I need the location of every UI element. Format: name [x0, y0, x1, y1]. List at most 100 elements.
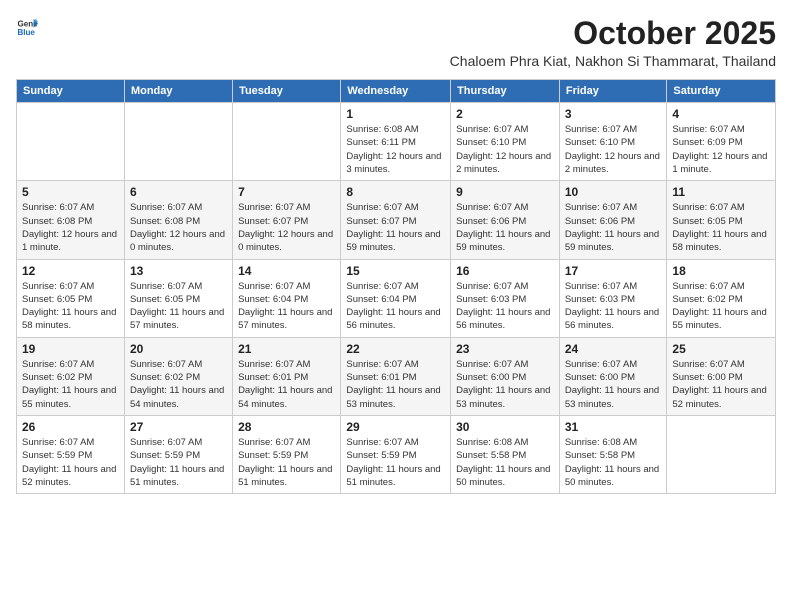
day-info: Sunrise: 6:07 AMSunset: 6:10 PMDaylight:… [456, 123, 554, 176]
svg-text:Blue: Blue [17, 28, 35, 37]
calendar-cell: 29 Sunrise: 6:07 AMSunset: 5:59 PMDayligh… [341, 415, 451, 493]
calendar-cell: 21 Sunrise: 6:07 AMSunset: 6:01 PMDayligh… [233, 337, 341, 415]
weekday-header: Tuesday [233, 80, 341, 103]
day-number: 1 [346, 107, 445, 121]
day-number: 26 [22, 420, 119, 434]
day-number: 11 [672, 185, 770, 199]
day-info: Sunrise: 6:07 AMSunset: 6:01 PMDaylight:… [346, 358, 445, 411]
day-number: 30 [456, 420, 554, 434]
day-info: Sunrise: 6:08 AMSunset: 5:58 PMDaylight:… [456, 436, 554, 489]
day-info: Sunrise: 6:07 AMSunset: 6:01 PMDaylight:… [238, 358, 335, 411]
calendar-cell: 16 Sunrise: 6:07 AMSunset: 6:03 PMDayligh… [451, 259, 560, 337]
calendar-cell: 7 Sunrise: 6:07 AMSunset: 6:07 PMDaylight… [233, 181, 341, 259]
day-number: 28 [238, 420, 335, 434]
day-number: 9 [456, 185, 554, 199]
calendar-cell [233, 103, 341, 181]
day-info: Sunrise: 6:07 AMSunset: 5:59 PMDaylight:… [22, 436, 119, 489]
day-info: Sunrise: 6:07 AMSunset: 5:59 PMDaylight:… [130, 436, 227, 489]
day-number: 15 [346, 264, 445, 278]
day-number: 24 [565, 342, 662, 356]
page-subtitle: Chaloem Phra Kiat, Nakhon Si Thammarat, … [450, 53, 776, 69]
day-number: 20 [130, 342, 227, 356]
day-info: Sunrise: 6:07 AMSunset: 6:05 PMDaylight:… [22, 280, 119, 333]
day-number: 21 [238, 342, 335, 356]
calendar-cell: 18 Sunrise: 6:07 AMSunset: 6:02 PMDayligh… [667, 259, 776, 337]
day-number: 16 [456, 264, 554, 278]
day-info: Sunrise: 6:07 AMSunset: 5:59 PMDaylight:… [238, 436, 335, 489]
day-number: 19 [22, 342, 119, 356]
calendar-cell [124, 103, 232, 181]
day-number: 10 [565, 185, 662, 199]
calendar-cell: 13 Sunrise: 6:07 AMSunset: 6:05 PMDayligh… [124, 259, 232, 337]
weekday-header: Wednesday [341, 80, 451, 103]
weekday-header: Friday [559, 80, 667, 103]
day-number: 23 [456, 342, 554, 356]
day-number: 13 [130, 264, 227, 278]
calendar-table: SundayMondayTuesdayWednesdayThursdayFrid… [16, 79, 776, 494]
calendar-cell: 28 Sunrise: 6:07 AMSunset: 5:59 PMDayligh… [233, 415, 341, 493]
calendar-cell: 11 Sunrise: 6:07 AMSunset: 6:05 PMDayligh… [667, 181, 776, 259]
day-number: 29 [346, 420, 445, 434]
calendar-cell: 27 Sunrise: 6:07 AMSunset: 5:59 PMDayligh… [124, 415, 232, 493]
day-info: Sunrise: 6:08 AMSunset: 5:58 PMDaylight:… [565, 436, 662, 489]
page-title: October 2025 [450, 16, 776, 51]
day-number: 18 [672, 264, 770, 278]
calendar-cell: 20 Sunrise: 6:07 AMSunset: 6:02 PMDayligh… [124, 337, 232, 415]
calendar-cell [17, 103, 125, 181]
day-info: Sunrise: 6:07 AMSunset: 6:00 PMDaylight:… [456, 358, 554, 411]
calendar-cell: 14 Sunrise: 6:07 AMSunset: 6:04 PMDayligh… [233, 259, 341, 337]
weekday-header: Monday [124, 80, 232, 103]
calendar-cell: 15Sunrise: 6:07 AMSunset: 6:04 PMDayligh… [341, 259, 451, 337]
calendar-cell: 22 Sunrise: 6:07 AMSunset: 6:01 PMDayligh… [341, 337, 451, 415]
day-info: Sunrise: 6:07 AMSunset: 6:03 PMDaylight:… [565, 280, 662, 333]
calendar-cell: 19 Sunrise: 6:07 AMSunset: 6:02 PMDayligh… [17, 337, 125, 415]
day-info: Sunrise: 6:07 AMSunset: 6:08 PMDaylight:… [130, 201, 227, 254]
day-number: 22 [346, 342, 445, 356]
calendar-cell: 3Sunrise: 6:07 AMSunset: 6:10 PMDaylight… [559, 103, 667, 181]
calendar-cell: 24 Sunrise: 6:07 AMSunset: 6:00 PMDayligh… [559, 337, 667, 415]
day-info: Sunrise: 6:07 AMSunset: 6:06 PMDaylight:… [565, 201, 662, 254]
day-number: 17 [565, 264, 662, 278]
day-number: 4 [672, 107, 770, 121]
day-number: 2 [456, 107, 554, 121]
day-info: Sunrise: 6:07 AMSunset: 6:08 PMDaylight:… [22, 201, 119, 254]
logo: General Blue [16, 16, 38, 38]
day-info: Sunrise: 6:07 AMSunset: 6:05 PMDaylight:… [130, 280, 227, 333]
day-info: Sunrise: 6:07 AMSunset: 6:06 PMDaylight:… [456, 201, 554, 254]
calendar-cell: 26 Sunrise: 6:07 AMSunset: 5:59 PMDayligh… [17, 415, 125, 493]
day-info: Sunrise: 6:07 AMSunset: 6:07 PMDaylight:… [238, 201, 335, 254]
logo-icon: General Blue [16, 16, 38, 38]
day-info: Sunrise: 6:07 AMSunset: 6:03 PMDaylight:… [456, 280, 554, 333]
day-info: Sunrise: 6:07 AMSunset: 6:04 PMDaylight:… [238, 280, 335, 333]
day-number: 6 [130, 185, 227, 199]
calendar-cell: 9 Sunrise: 6:07 AMSunset: 6:06 PMDaylight… [451, 181, 560, 259]
calendar-cell: 12 Sunrise: 6:07 AMSunset: 6:05 PMDayligh… [17, 259, 125, 337]
day-info: Sunrise: 6:07 AMSunset: 6:07 PMDaylight:… [346, 201, 445, 254]
day-info: Sunrise: 6:07 AMSunset: 6:02 PMDaylight:… [22, 358, 119, 411]
day-info: Sunrise: 6:07 AMSunset: 6:00 PMDaylight:… [565, 358, 662, 411]
calendar-cell: 1 Sunrise: 6:08 AMSunset: 6:11 PMDaylight… [341, 103, 451, 181]
calendar-cell: 2 Sunrise: 6:07 AMSunset: 6:10 PMDaylight… [451, 103, 560, 181]
calendar-cell: 6 Sunrise: 6:07 AMSunset: 6:08 PMDaylight… [124, 181, 232, 259]
day-number: 5 [22, 185, 119, 199]
day-info: Sunrise: 6:07 AMSunset: 5:59 PMDaylight:… [346, 436, 445, 489]
day-info: Sunrise: 6:07 AMSunset: 6:02 PMDaylight:… [672, 280, 770, 333]
weekday-header: Saturday [667, 80, 776, 103]
day-number: 7 [238, 185, 335, 199]
calendar-cell: 10 Sunrise: 6:07 AMSunset: 6:06 PMDayligh… [559, 181, 667, 259]
calendar-cell: 8Sunrise: 6:07 AMSunset: 6:07 PMDaylight… [341, 181, 451, 259]
calendar-cell: 31Sunrise: 6:08 AMSunset: 5:58 PMDayligh… [559, 415, 667, 493]
weekday-header: Thursday [451, 80, 560, 103]
day-info: Sunrise: 6:07 AMSunset: 6:10 PMDaylight:… [565, 123, 662, 176]
day-info: Sunrise: 6:07 AMSunset: 6:02 PMDaylight:… [130, 358, 227, 411]
day-number: 14 [238, 264, 335, 278]
calendar-cell: 17 Sunrise: 6:07 AMSunset: 6:03 PMDayligh… [559, 259, 667, 337]
day-info: Sunrise: 6:07 AMSunset: 6:09 PMDaylight:… [672, 123, 770, 176]
day-number: 12 [22, 264, 119, 278]
day-number: 27 [130, 420, 227, 434]
calendar-cell [667, 415, 776, 493]
day-info: Sunrise: 6:07 AMSunset: 6:05 PMDaylight:… [672, 201, 770, 254]
calendar-cell: 30 Sunrise: 6:08 AMSunset: 5:58 PMDayligh… [451, 415, 560, 493]
weekday-header: Sunday [17, 80, 125, 103]
day-info: Sunrise: 6:08 AMSunset: 6:11 PMDaylight:… [346, 123, 445, 176]
